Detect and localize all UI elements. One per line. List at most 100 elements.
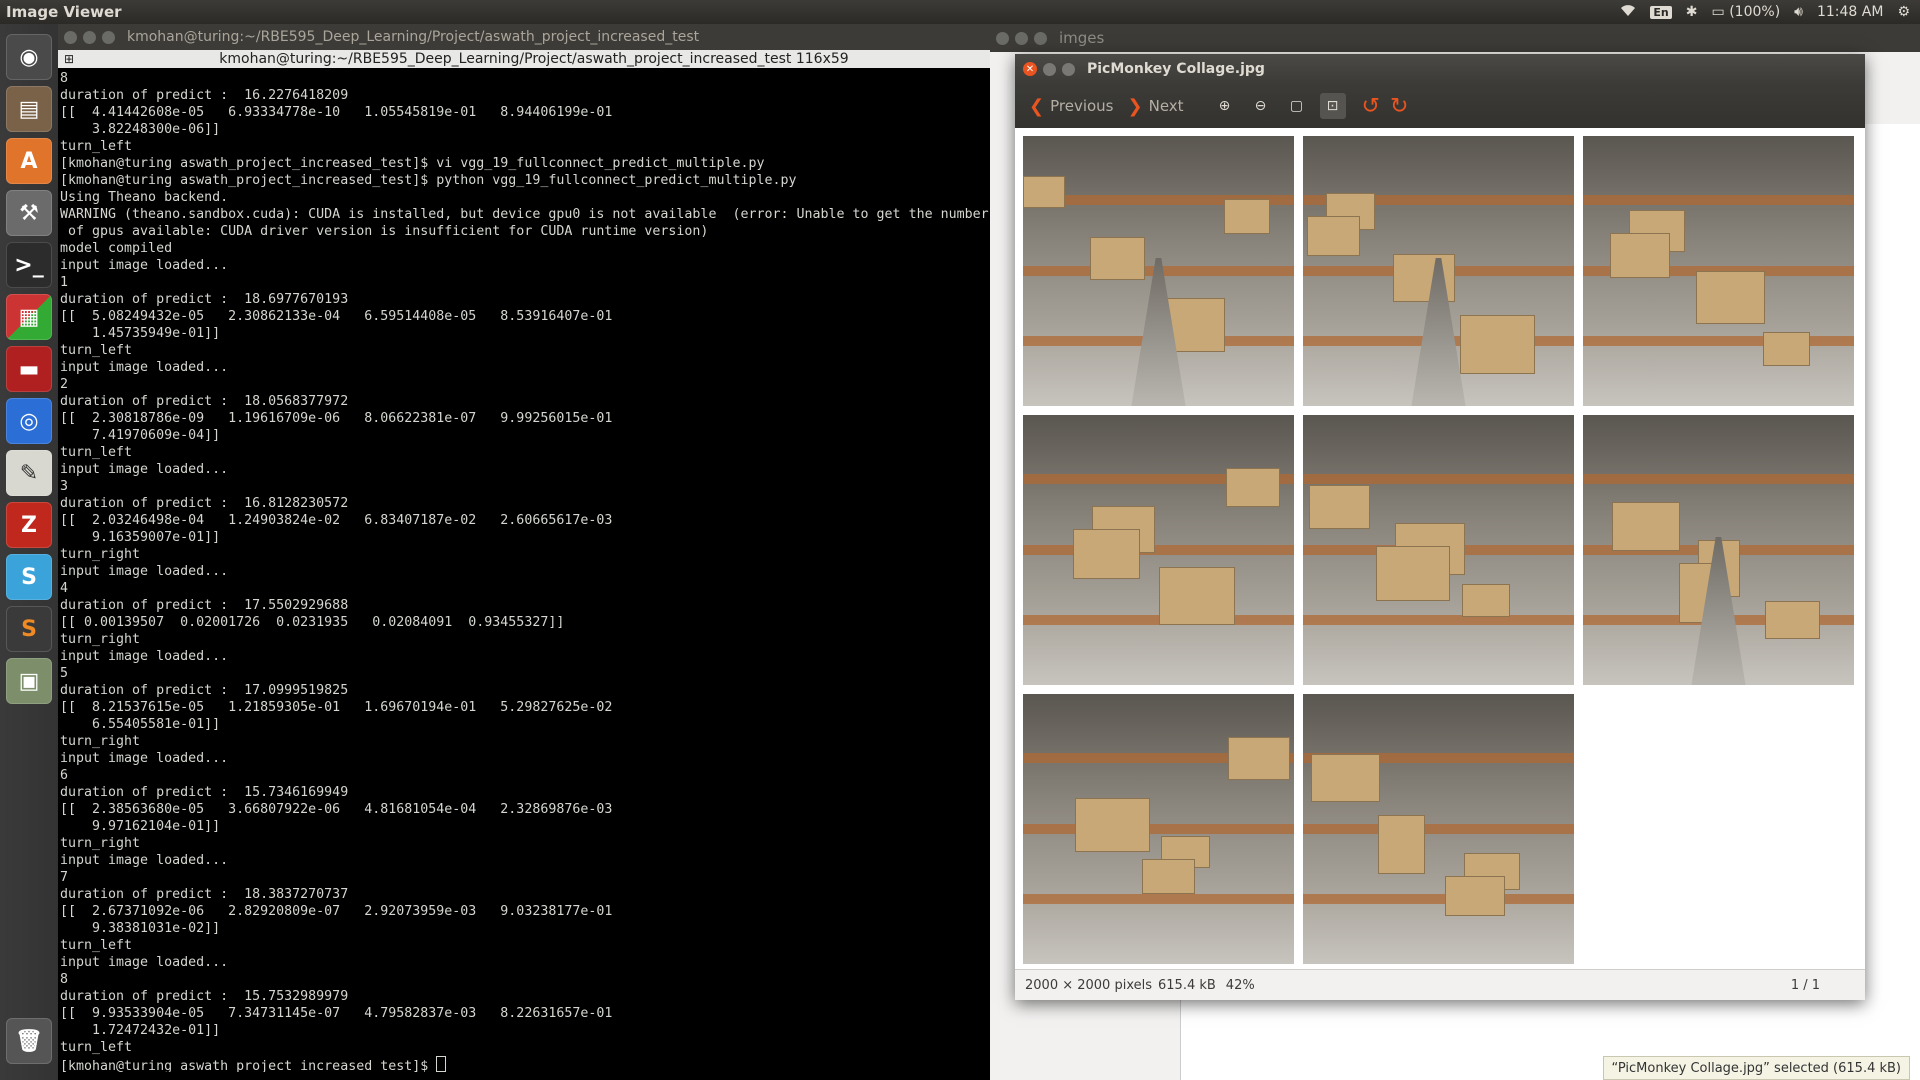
image-viewer-titlebar[interactable]: ✕ PicMonkey Collage.jpg	[1015, 54, 1865, 84]
terminal-window[interactable]: kmohan@turing:~/RBE595_Deep_Learning/Pro…	[58, 24, 990, 1080]
keyboard-layout-indicator[interactable]: En	[1650, 5, 1672, 19]
dash-home-icon[interactable]: ◉	[6, 34, 52, 80]
top-panel: Image Viewer En ✱ ▭ (100%) 🔊︎ 11:48 AM ⚙	[0, 0, 1920, 24]
clock[interactable]: 11:48 AM	[1817, 4, 1883, 20]
next-button[interactable]: ❯ Next	[1128, 96, 1184, 117]
file-browser-maximize-button[interactable]	[1034, 31, 1047, 45]
terminal-line: duration of predict : 17.0999519825	[60, 683, 349, 698]
cardboard-box	[1378, 815, 1425, 874]
shelf-beam	[1583, 195, 1854, 205]
terminal-line: WARNING (theano.sandbox.cuda): CUDA is i…	[60, 207, 989, 222]
file-browser-titlebar[interactable]: imges	[990, 24, 1920, 52]
shelf-beam	[1583, 336, 1854, 346]
terminal-line: [[ 4.41442608e-05 6.93334778e-10 1.05545…	[60, 105, 613, 120]
chrome-icon[interactable]: ◎	[6, 398, 52, 444]
cardboard-box	[1073, 529, 1140, 579]
shelf-beam	[1583, 474, 1854, 484]
terminal-line: duration of predict : 15.7346169949	[60, 785, 349, 800]
cardboard-box	[1224, 199, 1270, 234]
terminal-line: 3.82248300e-06]]	[60, 122, 221, 137]
terminal-line: duration of predict : 18.6977670193	[60, 292, 349, 307]
terminal-close-button[interactable]	[64, 30, 77, 44]
terminal-line: 6	[60, 768, 69, 783]
launcher: ◉ ▤ A ⚒ >_ ▦ ▬ ◎ ✎ Z S S ▣ 🗑︎	[0, 24, 59, 1080]
slack-icon[interactable]: S	[6, 554, 52, 600]
terminal-window-title: kmohan@turing:~/RBE595_Deep_Learning/Pro…	[127, 29, 700, 45]
terminal-line: 7.41970609e-04]]	[60, 428, 221, 443]
gear-icon[interactable]: ⚙	[1897, 4, 1910, 20]
terminal-maximize-button[interactable]	[102, 30, 115, 44]
chevron-left-icon: ❮	[1029, 95, 1045, 117]
file-browser-status: “PicMonkey Collage.jpg” selected (615.4 …	[1602, 1056, 1910, 1080]
previous-label: Previous	[1050, 97, 1114, 115]
cardboard-box	[1309, 485, 1370, 529]
terminal-minimize-button[interactable]	[83, 30, 96, 44]
warehouse-shelves-5	[1303, 415, 1574, 685]
terminal-icon[interactable]: >_	[6, 242, 52, 288]
warehouse-pallets-7	[1023, 694, 1294, 964]
cardboard-box	[1142, 859, 1195, 894]
file-browser-title: imges	[1059, 29, 1105, 47]
filezilla-icon[interactable]: Z	[6, 502, 52, 548]
warehouse-shelves-6	[1583, 415, 1854, 685]
rotate-right-icon[interactable]: ↻	[1390, 94, 1408, 119]
cardboard-box	[1311, 754, 1380, 802]
terminal-line: turn_left	[60, 445, 133, 460]
workspace-switcher-icon[interactable]: ▦	[6, 294, 52, 340]
cardboard-box	[1460, 315, 1535, 374]
rotate-left-icon[interactable]: ↺	[1362, 94, 1380, 119]
terminal-line: [[ 2.03246498e-04 1.24903824e-02 6.83407…	[60, 513, 613, 528]
terminal-output[interactable]: 8 duration of predict : 16.2276418209 [[ 4…	[58, 68, 990, 1072]
terminal-prompt[interactable]: [kmohan@turing aswath_project_increased_…	[60, 1056, 988, 1072]
terminal-line: duration of predict : 15.7532989979	[60, 989, 349, 1004]
file-browser-close-button[interactable]	[996, 31, 1009, 45]
text-editor-icon[interactable]: ✎	[6, 450, 52, 496]
terminal-line: [[ 0.00139507 0.02001726 0.0231935 0.020…	[60, 615, 565, 630]
terminal-line: input image loaded...	[60, 751, 229, 766]
wifi-icon[interactable]	[1620, 3, 1636, 21]
image-viewer-window[interactable]: ✕ PicMonkey Collage.jpg ❮ Previous ❯ Nex…	[1015, 54, 1865, 1000]
terminal-line: 7	[60, 870, 69, 885]
terminal-tab-bar: ⊞ kmohan@turing:~/RBE595_Deep_Learning/P…	[58, 50, 990, 68]
tab-menu-icon[interactable]: ⊞	[64, 52, 78, 66]
software-center-icon[interactable]: A	[6, 138, 52, 184]
previous-button[interactable]: ❮ Previous	[1029, 96, 1114, 117]
terminal-line: turn_left	[60, 139, 133, 154]
viewer-title: PicMonkey Collage.jpg	[1087, 61, 1265, 77]
image-canvas[interactable]	[1015, 128, 1865, 970]
terminal-line: turn_right	[60, 734, 141, 749]
terminal-titlebar[interactable]: kmohan@turing:~/RBE595_Deep_Learning/Pro…	[58, 24, 990, 50]
terminal-line: Using Theano backend.	[60, 190, 229, 205]
zoom-out-icon[interactable]: ⊖	[1248, 93, 1274, 119]
terminal-line: input image loaded...	[60, 462, 229, 477]
viewer-maximize-button[interactable]	[1062, 62, 1075, 76]
terminal-line: input image loaded...	[60, 564, 229, 579]
trash-icon[interactable]: 🗑︎	[6, 1018, 52, 1064]
cardboard-box	[1376, 546, 1450, 601]
viewer-close-button[interactable]: ✕	[1023, 62, 1037, 76]
cardboard-box	[1228, 737, 1290, 780]
volume-icon[interactable]: 🔊︎	[1794, 4, 1803, 20]
zoom-in-icon[interactable]: ⊕	[1212, 93, 1238, 119]
terminal-line: turn_left	[60, 1040, 133, 1055]
image-dimensions: 2000 × 2000 pixels	[1025, 977, 1152, 993]
viewer-minimize-button[interactable]	[1043, 62, 1056, 76]
battery-indicator[interactable]: ▭ (100%)	[1712, 4, 1781, 20]
warehouse-aisle-2	[1303, 136, 1574, 406]
terminal-line: [[ 5.08249432e-05 2.30862133e-04 6.59514…	[60, 309, 613, 324]
zoom-level: 42%	[1225, 977, 1255, 993]
image-viewer-icon[interactable]: ▣	[6, 658, 52, 704]
file-browser-minimize-button[interactable]	[1015, 31, 1028, 45]
shelf-beam	[1023, 894, 1294, 904]
bluetooth-icon[interactable]: ✱	[1686, 4, 1698, 20]
files-icon[interactable]: ▤	[6, 86, 52, 132]
terminal-line: duration of predict : 18.0568377972	[60, 394, 349, 409]
sublime-text-icon[interactable]: S	[6, 606, 52, 652]
terminal-line: input image loaded...	[60, 853, 229, 868]
battery-icon: ▭	[1711, 4, 1725, 20]
best-fit-icon[interactable]: ⊡	[1319, 93, 1346, 119]
system-settings-icon[interactable]: ⚒	[6, 190, 52, 236]
red-app-icon[interactable]: ▬	[6, 346, 52, 392]
normal-size-icon[interactable]: ▢	[1284, 93, 1310, 119]
terminal-line: 1.45735949e-01]]	[60, 326, 221, 341]
